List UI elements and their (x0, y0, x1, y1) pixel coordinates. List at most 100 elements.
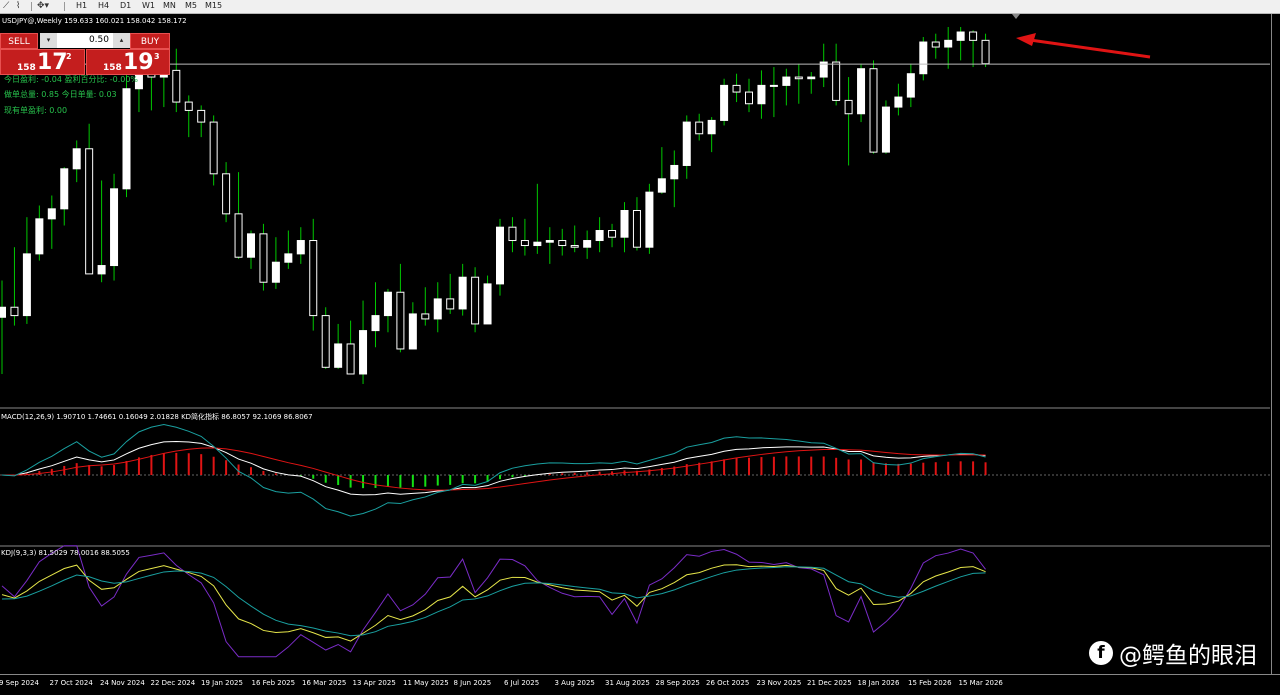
chart-title: USDJPY@,Weekly 159.633 160.021 158.042 1… (2, 17, 187, 25)
timeframe-m15[interactable]: M15 (205, 0, 222, 12)
candle-body (720, 84, 729, 121)
date-tick-label: 15 Feb 2026 (908, 679, 952, 687)
candle-body (47, 208, 56, 220)
crosshair-icon[interactable]: ⟋ (3, 0, 9, 12)
date-axis: 9 Sep 2024 27 Oct 2024 24 Nov 2024 22 Dec 2… (0, 674, 1280, 695)
timeframe-m5[interactable]: M5 (185, 0, 197, 12)
candle-body (906, 73, 915, 98)
candle-body (222, 173, 231, 215)
kd-line (1, 423, 986, 517)
shapes-icon[interactable]: ✥▾ (37, 0, 49, 12)
candle-body (919, 41, 928, 75)
lot-decrease-button[interactable]: ▾ (40, 33, 57, 48)
buy-price-handle: 158 (103, 63, 122, 73)
watermark-text: @鳄鱼的眼泪 (1119, 643, 1257, 669)
candle-body (496, 226, 504, 285)
candle-body (97, 265, 106, 275)
buy-price-box[interactable]: 158 19 3 (86, 49, 170, 75)
date-tick-label: 24 Nov 2024 (100, 679, 145, 687)
candle-body (184, 101, 193, 111)
date-tick-label: 22 Dec 2024 (150, 679, 196, 687)
candle-body (869, 68, 878, 153)
candle-body (894, 96, 903, 108)
timeframe-d1[interactable]: D1 (120, 0, 131, 12)
date-tick-label: 11 May 2025 (403, 679, 449, 687)
candle-body (832, 61, 841, 101)
candle-body (807, 76, 816, 80)
candle-body (782, 76, 791, 86)
toolbar-separator (31, 2, 32, 11)
candle-body (483, 283, 492, 325)
candle-body (247, 233, 255, 258)
price-chart[interactable] (0, 14, 1270, 674)
stat-today-profit: 今日盈利: -0.04 盈利百分比: -0.00% (4, 75, 139, 84)
candle-body (446, 298, 455, 310)
sell-price-handle: 158 (17, 63, 36, 73)
candle-body (956, 31, 965, 41)
candle-body (383, 291, 392, 317)
sell-button[interactable]: SELL (0, 33, 38, 49)
timeframe-toolbar: ⟋ ⌇ ✥▾ H1 H4 D1 W1 MN M5 M15 (0, 0, 1280, 14)
candle-body (732, 84, 741, 93)
candle-body (757, 84, 766, 105)
candle-body (857, 68, 866, 115)
chart-shift-marker (1012, 14, 1020, 19)
date-tick-label: 18 Jan 2026 (857, 679, 900, 687)
toolbar-separator (64, 2, 65, 11)
timeframe-h4[interactable]: H4 (98, 0, 109, 12)
candle-body (645, 191, 654, 248)
candle-body (0, 306, 6, 318)
timeframe-w1[interactable]: W1 (142, 0, 155, 12)
candle-body (110, 188, 119, 267)
buy-price-pips: 19 (123, 50, 154, 75)
sell-price-box[interactable]: 158 17 2 (0, 49, 85, 75)
kdj-d-line (1, 566, 986, 637)
candle-body (682, 121, 691, 166)
date-tick-label: 3 Aug 2025 (554, 679, 595, 687)
candle-body (695, 121, 704, 135)
candle-body (570, 245, 579, 248)
date-tick-label: 16 Mar 2025 (302, 679, 347, 687)
candle-body (545, 240, 554, 243)
candle-body (769, 84, 778, 87)
candle-body (583, 240, 592, 248)
lot-increase-button[interactable]: ▴ (113, 33, 130, 48)
draw-line-icon[interactable]: ⌇ (16, 0, 20, 12)
candle-body (533, 241, 542, 247)
buy-button[interactable]: BUY (130, 33, 170, 49)
price-axis[interactable] (1271, 14, 1280, 674)
date-tick-label: 21 Dec 2025 (807, 679, 852, 687)
lot-size-input[interactable]: 0.50 (57, 33, 113, 48)
timeframe-mn[interactable]: MN (163, 0, 176, 12)
candle-body (471, 276, 480, 325)
candle-body (10, 306, 19, 317)
date-tick-label: 28 Sep 2025 (655, 679, 700, 687)
stat-order-volume: 做单总量: 0.85 今日单量: 0.03 (4, 90, 117, 99)
candle-body (72, 148, 81, 170)
candle-body (209, 121, 218, 175)
candle-body (172, 69, 181, 103)
sell-price-fraction: 2 (66, 52, 72, 61)
candle-body (608, 230, 617, 238)
date-tick-label: 26 Oct 2025 (706, 679, 750, 687)
timeframe-h1[interactable]: H1 (76, 0, 87, 12)
candle-body (197, 109, 206, 123)
candle-body (707, 119, 716, 135)
kdj-label: KDJ(9,3,3) 81.5029 78.0016 88.5055 (1, 549, 130, 557)
candle-body (346, 343, 355, 375)
date-tick-label: 19 Jan 2025 (201, 679, 243, 687)
candle-body (670, 164, 679, 180)
watermark: f @鳄鱼的眼泪 (1089, 637, 1257, 669)
date-tick-label: 13 Apr 2025 (352, 679, 396, 687)
sell-price-pips: 17 (37, 50, 68, 75)
candle-body (508, 226, 517, 242)
candle-body (296, 240, 305, 255)
candle-body (35, 218, 44, 255)
candle-body (421, 313, 430, 320)
date-tick-label: 31 Aug 2025 (605, 679, 650, 687)
candle-body (85, 148, 94, 275)
macd-label: MACD(12,26,9) 1.90710 1.74661 0.16049 2.… (1, 413, 313, 421)
candle-body (60, 168, 69, 210)
candle-body (22, 253, 31, 317)
date-tick-label: 6 Jul 2025 (504, 679, 540, 687)
